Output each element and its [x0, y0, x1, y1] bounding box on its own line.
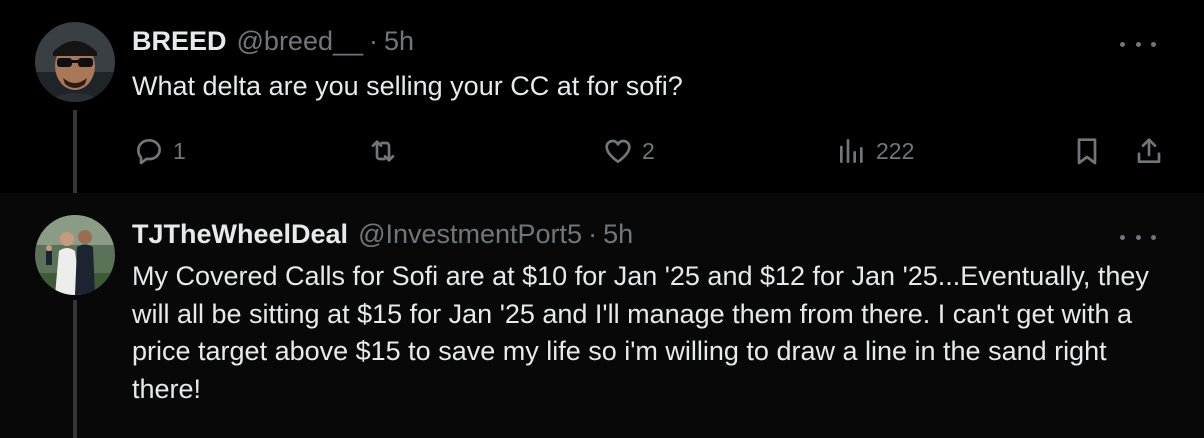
- author-name[interactable]: BREED: [132, 26, 227, 57]
- separator-dot: ·: [369, 25, 379, 56]
- like-count: 2: [642, 137, 655, 164]
- share-button[interactable]: [1133, 131, 1165, 171]
- thread-line: [73, 110, 77, 193]
- tweet-text: My Covered Calls for Sofi are at $10 for…: [132, 261, 1149, 404]
- more-options-icon[interactable]: [1120, 225, 1156, 249]
- avatar[interactable]: [35, 215, 115, 295]
- analytics-icon: [840, 139, 863, 163]
- action-bar: 1 2 222: [0, 131, 1204, 171]
- bookmark-icon: [1077, 138, 1097, 165]
- reply-button[interactable]: 1: [133, 131, 186, 171]
- author-handle[interactable]: @breed__: [237, 26, 364, 57]
- bookmark-button[interactable]: [1071, 131, 1103, 171]
- repost-icon: [371, 140, 395, 162]
- views-button[interactable]: 222: [836, 131, 914, 171]
- share-icon: [1137, 138, 1161, 163]
- like-button[interactable]: 2: [602, 131, 655, 171]
- reply-count: 1: [173, 137, 186, 164]
- author-name[interactable]: TJTheWheelDeal: [132, 219, 348, 250]
- tweet-header: BREED @breed__ · 5h: [132, 21, 414, 61]
- heart-icon: [605, 139, 631, 163]
- tweet-text: What delta are you selling your CC at fo…: [132, 71, 683, 101]
- reply-icon: [137, 139, 161, 165]
- view-count: 222: [876, 137, 915, 164]
- thread-line: [73, 300, 77, 438]
- separator-dot: ·: [588, 218, 598, 249]
- author-handle[interactable]: @InvestmentPort5: [358, 219, 582, 250]
- more-options-icon[interactable]: [1120, 32, 1156, 56]
- timestamp[interactable]: 5h: [603, 219, 633, 250]
- repost-button[interactable]: [367, 131, 407, 171]
- timestamp[interactable]: 5h: [384, 26, 414, 57]
- tweet-header: TJTheWheelDeal @InvestmentPort5 · 5h: [132, 214, 633, 254]
- avatar-photo-icon: [35, 22, 115, 102]
- avatar[interactable]: [35, 22, 115, 102]
- tweet-breed[interactable]: BREED @breed__ · 5h What delta are you s…: [0, 0, 1204, 193]
- avatar-photo-icon: [35, 215, 115, 295]
